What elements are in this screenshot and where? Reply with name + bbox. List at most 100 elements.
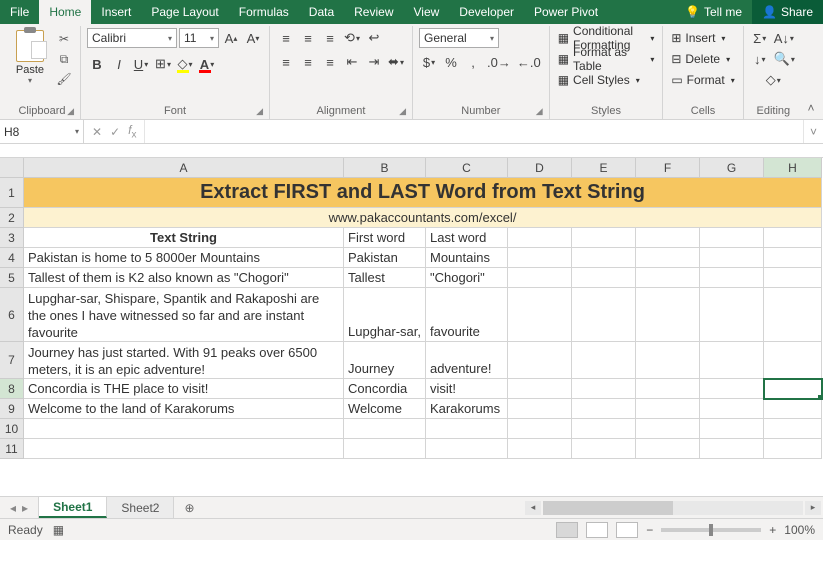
insert-cells-button[interactable]: ⊞Insert▾ bbox=[669, 28, 736, 48]
row-header[interactable]: 1 bbox=[0, 178, 24, 208]
cell[interactable] bbox=[344, 419, 426, 439]
increase-indent-button[interactable]: ⇥ bbox=[364, 52, 384, 72]
row-header[interactable]: 3 bbox=[0, 228, 24, 248]
tab-developer[interactable]: Developer bbox=[449, 0, 524, 24]
row-header[interactable]: 9 bbox=[0, 399, 24, 419]
sheet-tab-2[interactable]: Sheet2 bbox=[107, 497, 174, 518]
cell[interactable]: Journey has just started. With 91 peaks … bbox=[24, 342, 344, 379]
cell[interactable] bbox=[508, 248, 572, 268]
font-color-button[interactable]: A▾ bbox=[197, 54, 217, 74]
cell[interactable] bbox=[508, 419, 572, 439]
cell[interactable] bbox=[344, 439, 426, 459]
tab-data[interactable]: Data bbox=[299, 0, 344, 24]
page-layout-view-button[interactable] bbox=[586, 522, 608, 538]
cell[interactable] bbox=[764, 399, 822, 419]
sort-filter-button[interactable]: A↓▾ bbox=[772, 28, 796, 48]
col-header-d[interactable]: D bbox=[508, 158, 572, 178]
cell[interactable] bbox=[700, 342, 764, 379]
decrease-decimal-button[interactable]: ←.0 bbox=[515, 52, 543, 72]
merge-button[interactable]: ⬌▾ bbox=[386, 52, 406, 72]
row-header[interactable]: 10 bbox=[0, 419, 24, 439]
enter-formula-button[interactable]: ✓ bbox=[110, 125, 120, 139]
new-sheet-button[interactable]: ⊕ bbox=[174, 497, 204, 518]
col-header-c[interactable]: C bbox=[426, 158, 508, 178]
align-right-button[interactable]: ≡ bbox=[320, 52, 340, 72]
clear-button[interactable]: ◇▾ bbox=[750, 70, 797, 90]
sheet-nav-next[interactable]: ▸ bbox=[22, 501, 28, 515]
cell[interactable] bbox=[764, 439, 822, 459]
cell[interactable] bbox=[700, 439, 764, 459]
bold-button[interactable]: B bbox=[87, 54, 107, 74]
row-header[interactable]: 4 bbox=[0, 248, 24, 268]
cell[interactable] bbox=[572, 228, 636, 248]
cell[interactable] bbox=[508, 439, 572, 459]
cell-title[interactable]: Extract FIRST and LAST Word from Text St… bbox=[24, 178, 822, 208]
col-header-a[interactable]: A bbox=[24, 158, 344, 178]
share-button[interactable]: 👤Share bbox=[752, 0, 823, 24]
worksheet-grid[interactable]: A B C D E F G H 1 Extract FIRST and LAST… bbox=[0, 158, 823, 496]
format-cells-button[interactable]: ▭Format▾ bbox=[669, 70, 736, 90]
font-name-combo[interactable]: Calibri▾ bbox=[87, 28, 177, 48]
active-cell[interactable] bbox=[764, 379, 822, 399]
cell[interactable]: "Chogori" bbox=[426, 268, 508, 288]
row-header[interactable]: 5 bbox=[0, 268, 24, 288]
align-middle-button[interactable]: ≡ bbox=[298, 28, 318, 48]
zoom-in-button[interactable]: + bbox=[769, 523, 776, 537]
decrease-font-button[interactable]: A▾ bbox=[243, 28, 263, 48]
collapse-ribbon-button[interactable]: ˄ bbox=[803, 26, 819, 119]
cell[interactable]: Concordia bbox=[344, 379, 426, 399]
underline-button[interactable]: U▾ bbox=[131, 54, 151, 74]
cell-url[interactable]: www.pakaccountants.com/excel/ bbox=[24, 208, 822, 228]
cell[interactable] bbox=[636, 419, 700, 439]
cell[interactable]: Journey bbox=[344, 342, 426, 379]
cell[interactable]: favourite bbox=[426, 288, 508, 342]
row-header[interactable]: 11 bbox=[0, 439, 24, 459]
cell[interactable] bbox=[24, 419, 344, 439]
fill-color-button[interactable]: ◇▾ bbox=[175, 54, 195, 74]
cell[interactable] bbox=[572, 248, 636, 268]
zoom-level[interactable]: 100% bbox=[784, 523, 815, 537]
cell[interactable]: Tallest of them is K2 also known as "Cho… bbox=[24, 268, 344, 288]
expand-formula-bar-button[interactable]: ˅ bbox=[803, 120, 823, 143]
cell[interactable] bbox=[508, 228, 572, 248]
cell[interactable]: adventure! bbox=[426, 342, 508, 379]
cell[interactable]: Lupghar-sar, Shispare, Spantik and Rakap… bbox=[24, 288, 344, 342]
cell[interactable] bbox=[508, 399, 572, 419]
cell[interactable] bbox=[764, 268, 822, 288]
increase-font-button[interactable]: A▴ bbox=[221, 28, 241, 48]
cell[interactable] bbox=[764, 248, 822, 268]
macro-recorder-icon[interactable]: ▦ bbox=[53, 523, 64, 537]
col-header-g[interactable]: G bbox=[700, 158, 764, 178]
scroll-right-button[interactable]: ▸ bbox=[805, 501, 821, 515]
cell[interactable] bbox=[636, 228, 700, 248]
cell[interactable] bbox=[572, 439, 636, 459]
percent-button[interactable]: % bbox=[441, 52, 461, 72]
find-select-button[interactable]: 🔍▾ bbox=[772, 49, 797, 69]
dialog-launcher-icon[interactable]: ◢ bbox=[399, 106, 406, 117]
cell[interactable]: Pakistan is home to 5 8000er Mountains bbox=[24, 248, 344, 268]
paste-button[interactable]: Paste ▾ bbox=[10, 28, 50, 103]
copy-button[interactable]: ⧉ bbox=[54, 50, 74, 68]
cell[interactable] bbox=[700, 399, 764, 419]
cell[interactable]: Lupghar-sar, bbox=[344, 288, 426, 342]
cell[interactable]: Pakistan bbox=[344, 248, 426, 268]
format-as-table-button[interactable]: ▦Format as Table▾ bbox=[556, 49, 657, 69]
dialog-launcher-icon[interactable]: ◢ bbox=[536, 106, 543, 117]
scroll-thumb[interactable] bbox=[543, 501, 673, 515]
col-header-b[interactable]: B bbox=[344, 158, 426, 178]
cell[interactable]: First word bbox=[344, 228, 426, 248]
align-left-button[interactable]: ≡ bbox=[276, 52, 296, 72]
page-break-view-button[interactable] bbox=[616, 522, 638, 538]
sheet-nav-prev[interactable]: ◂ bbox=[10, 501, 16, 515]
cell[interactable] bbox=[764, 342, 822, 379]
tab-view[interactable]: View bbox=[404, 0, 450, 24]
cell[interactable] bbox=[426, 439, 508, 459]
tab-file[interactable]: File bbox=[0, 0, 39, 24]
formula-input[interactable] bbox=[145, 120, 803, 143]
cell-styles-button[interactable]: ▦Cell Styles▾ bbox=[556, 70, 657, 90]
cell[interactable] bbox=[572, 288, 636, 342]
fill-button[interactable]: ↓▾ bbox=[750, 49, 770, 69]
cell[interactable] bbox=[572, 419, 636, 439]
tab-review[interactable]: Review bbox=[344, 0, 403, 24]
cell[interactable] bbox=[700, 288, 764, 342]
